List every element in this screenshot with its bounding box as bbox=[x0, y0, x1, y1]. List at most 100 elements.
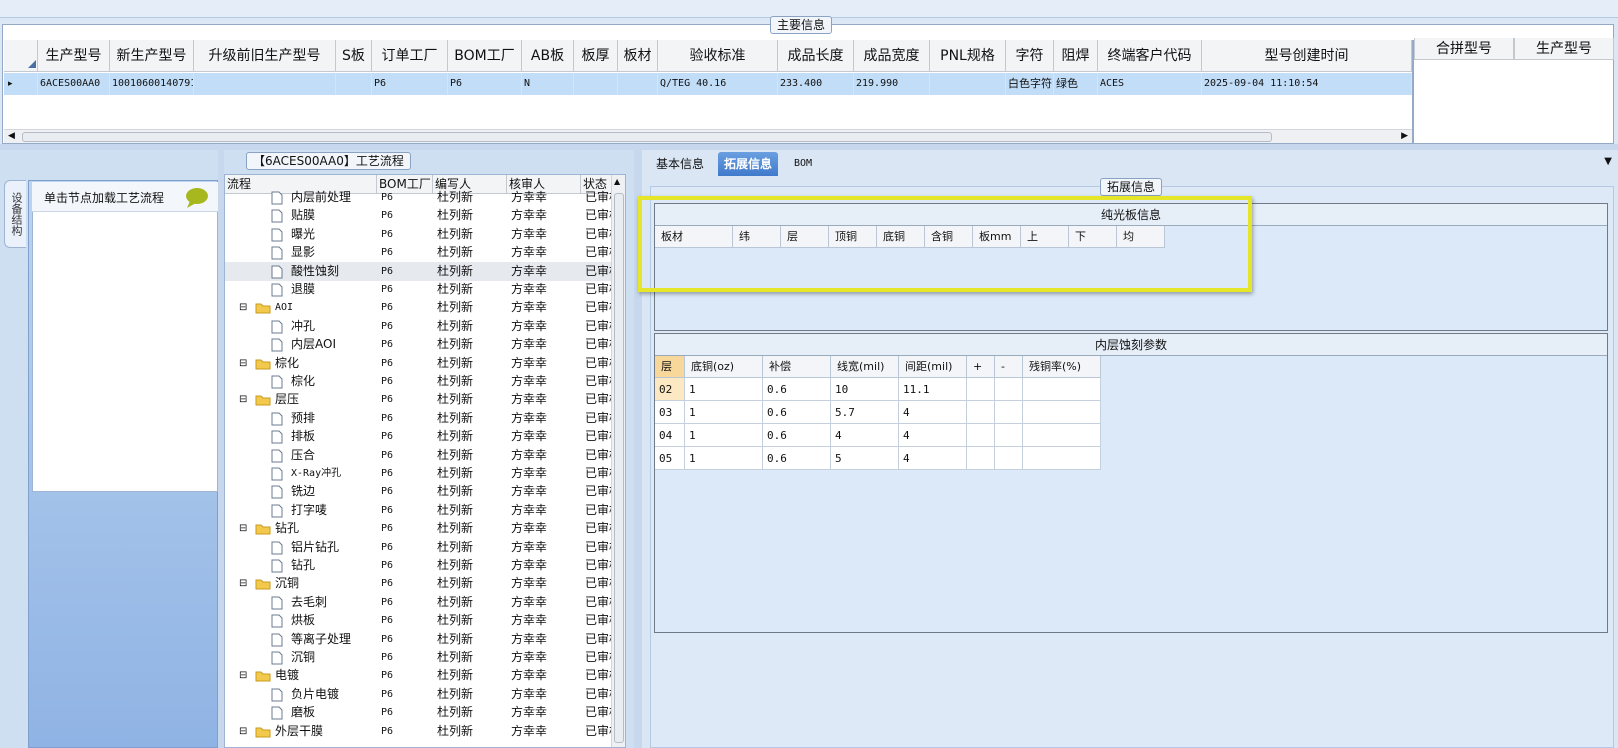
tree-row[interactable]: 内层AOI P6 杜列新 方幸幸 已审核 bbox=[225, 335, 625, 354]
etch-cell[interactable]: 5 bbox=[831, 447, 899, 470]
vscroll-thumb[interactable] bbox=[614, 193, 624, 743]
collapse-icon[interactable]: ⊟ bbox=[239, 666, 247, 685]
etch-cell[interactable]: 1 bbox=[685, 378, 763, 401]
panel-splitter[interactable] bbox=[634, 150, 642, 748]
etch-cell[interactable]: 03 bbox=[655, 401, 685, 424]
tree-row[interactable]: 去毛刺 P6 杜列新 方幸幸 已审核 bbox=[225, 593, 625, 612]
tree-vscrollbar[interactable]: ▲ bbox=[611, 175, 625, 747]
main-col-header[interactable]: PNL规格 bbox=[930, 40, 1006, 72]
merge-col-header[interactable]: 生产型号 bbox=[1514, 38, 1614, 60]
etch-col-header[interactable]: + bbox=[967, 356, 995, 378]
tree-row[interactable]: 预排 P6 杜列新 方幸幸 已审核 bbox=[225, 409, 625, 428]
etch-col-header[interactable]: 残铜率(%) bbox=[1023, 356, 1101, 378]
main-col-header[interactable]: 成品长度 bbox=[778, 40, 854, 72]
main-col-header[interactable]: 生产型号 bbox=[38, 40, 110, 72]
main-col-header[interactable]: 新生产型号 bbox=[110, 40, 194, 72]
etch-cell[interactable] bbox=[995, 378, 1023, 401]
etch-cell[interactable]: 02 bbox=[655, 378, 685, 401]
tree-row[interactable]: 曝光 P6 杜列新 方幸幸 已审核 bbox=[225, 225, 625, 244]
etch-cell[interactable] bbox=[1023, 447, 1101, 470]
etch-col-header[interactable]: 层 bbox=[655, 356, 685, 378]
tree-row[interactable]: 棕化 P6 杜列新 方幸幸 已审核 bbox=[225, 372, 625, 391]
etch-cell[interactable]: 10 bbox=[831, 378, 899, 401]
etch-cell[interactable]: 04 bbox=[655, 424, 685, 447]
grid-corner[interactable] bbox=[4, 40, 38, 72]
tree-row[interactable]: 内层前处理 P6 杜列新 方幸幸 已审核 bbox=[225, 188, 625, 207]
etch-cell[interactable]: 1 bbox=[685, 401, 763, 424]
tree-row[interactable]: ⊟ 外层干膜 P6 杜列新 方幸幸 已审核 bbox=[225, 722, 625, 741]
etch-col-header[interactable]: 线宽(mil) bbox=[831, 356, 899, 378]
tree-row[interactable]: 磨板 P6 杜列新 方幸幸 已审核 bbox=[225, 703, 625, 722]
main-cell[interactable]: 2025-09-04 11:10:54 bbox=[1202, 73, 1412, 95]
main-cell[interactable]: 10010600140791 bbox=[110, 73, 194, 95]
main-cell[interactable] bbox=[194, 73, 336, 95]
main-cell[interactable]: Q/TEG 40.16 bbox=[658, 73, 778, 95]
tree-row[interactable]: 冲孔 P6 杜列新 方幸幸 已审核 bbox=[225, 317, 625, 336]
scroll-right-icon[interactable]: ▶ bbox=[1401, 130, 1408, 142]
equipment-structure-tab[interactable]: 设备结构 bbox=[4, 180, 26, 248]
tab-dropdown-icon[interactable]: ▼ bbox=[1604, 156, 1612, 167]
plain-board-col[interactable]: 纬 bbox=[733, 226, 781, 248]
main-cell[interactable]: P6 bbox=[372, 73, 448, 95]
plain-board-col[interactable]: 层 bbox=[781, 226, 829, 248]
main-cell[interactable] bbox=[336, 73, 372, 95]
etch-cell[interactable]: 4 bbox=[899, 424, 967, 447]
etch-cell[interactable] bbox=[967, 401, 995, 424]
main-col-header[interactable]: 板材 bbox=[618, 40, 658, 72]
main-cell[interactable]: 6ACES00AA0 bbox=[38, 73, 110, 95]
tree-row[interactable]: 铣边 P6 杜列新 方幸幸 已审核 bbox=[225, 482, 625, 501]
tree-row[interactable]: ⊟ 沉铜 P6 杜列新 方幸幸 已审核 bbox=[225, 574, 625, 593]
tree-row[interactable]: 酸性蚀刻 P6 杜列新 方幸幸 已审核 bbox=[225, 261, 625, 281]
etch-cell[interactable]: 5.7 bbox=[831, 401, 899, 424]
tree-row[interactable]: ⊟ 层压 P6 杜列新 方幸幸 已审核 bbox=[225, 390, 625, 409]
main-col-header[interactable]: 验收标准 bbox=[658, 40, 778, 72]
collapse-icon[interactable]: ⊟ bbox=[239, 519, 247, 538]
row-indicator-icon[interactable]: ▸ bbox=[4, 73, 38, 95]
plain-board-col[interactable]: 上 bbox=[1021, 226, 1069, 248]
etch-cell[interactable] bbox=[1023, 401, 1101, 424]
main-cell[interactable] bbox=[574, 73, 618, 95]
main-cell[interactable]: N bbox=[522, 73, 574, 95]
etch-cell[interactable] bbox=[995, 401, 1023, 424]
tab-basic-info[interactable]: 基本信息 bbox=[650, 152, 710, 176]
etch-cell[interactable] bbox=[1023, 424, 1101, 447]
etch-col-header[interactable]: 底铜(oz) bbox=[685, 356, 763, 378]
etch-cell[interactable]: 05 bbox=[655, 447, 685, 470]
main-cell[interactable]: 绿色 bbox=[1054, 73, 1098, 95]
main-col-header[interactable]: 升级前旧生产型号 bbox=[194, 40, 336, 72]
main-col-header[interactable]: S板 bbox=[336, 40, 372, 72]
tree-row[interactable]: 打字唛 P6 杜列新 方幸幸 已审核 bbox=[225, 501, 625, 520]
tree-row[interactable]: 退膜 P6 杜列新 方幸幸 已审核 bbox=[225, 280, 625, 299]
node-list[interactable] bbox=[32, 182, 218, 492]
etch-cell[interactable]: 0.6 bbox=[763, 401, 831, 424]
main-col-header[interactable]: 阻焊 bbox=[1054, 40, 1098, 72]
tree-row[interactable]: 铝片钻孔 P6 杜列新 方幸幸 已审核 bbox=[225, 538, 625, 557]
tree-row[interactable]: 钻孔 P6 杜列新 方幸幸 已审核 bbox=[225, 556, 625, 575]
etch-col-header[interactable]: - bbox=[995, 356, 1023, 378]
scroll-up-icon[interactable]: ▲ bbox=[614, 177, 620, 186]
collapse-icon[interactable]: ⊟ bbox=[239, 354, 247, 373]
etch-cell[interactable]: 0.6 bbox=[763, 424, 831, 447]
main-col-header[interactable]: BOM工厂 bbox=[448, 40, 522, 72]
tree-row[interactable]: 排板 P6 杜列新 方幸幸 已审核 bbox=[225, 427, 625, 446]
main-cell[interactable] bbox=[618, 73, 658, 95]
main-col-header[interactable]: 字符 bbox=[1006, 40, 1054, 72]
plain-board-col[interactable]: 板材 bbox=[655, 226, 733, 248]
tree-row[interactable]: ⊟ AOI P6 杜列新 方幸幸 已审核 bbox=[225, 298, 625, 317]
tree-row[interactable]: X-Ray冲孔 P6 杜列新 方幸幸 已审核 bbox=[225, 464, 625, 483]
tree-row[interactable]: ⊟ 电镀 P6 杜列新 方幸幸 已审核 bbox=[225, 666, 625, 685]
tab-bom[interactable]: BOM bbox=[788, 152, 818, 176]
plain-board-col[interactable]: 均 bbox=[1117, 226, 1165, 248]
etch-cell[interactable]: 11.1 bbox=[899, 378, 967, 401]
etch-cell[interactable] bbox=[967, 424, 995, 447]
etch-cell[interactable] bbox=[995, 424, 1023, 447]
plain-board-col[interactable]: 板mm bbox=[973, 226, 1021, 248]
tree-row[interactable]: 等离子处理 P6 杜列新 方幸幸 已审核 bbox=[225, 630, 625, 649]
main-cell[interactable]: 233.400 bbox=[778, 73, 854, 95]
tree-row[interactable]: 显影 P6 杜列新 方幸幸 已审核 bbox=[225, 243, 625, 262]
main-col-header[interactable]: 终端客户代码 bbox=[1098, 40, 1202, 72]
collapse-icon[interactable]: ⊟ bbox=[239, 390, 247, 409]
splitter[interactable] bbox=[1412, 40, 1414, 144]
etch-col-header[interactable]: 间距(mil) bbox=[899, 356, 967, 378]
main-cell[interactable]: 219.990 bbox=[854, 73, 930, 95]
